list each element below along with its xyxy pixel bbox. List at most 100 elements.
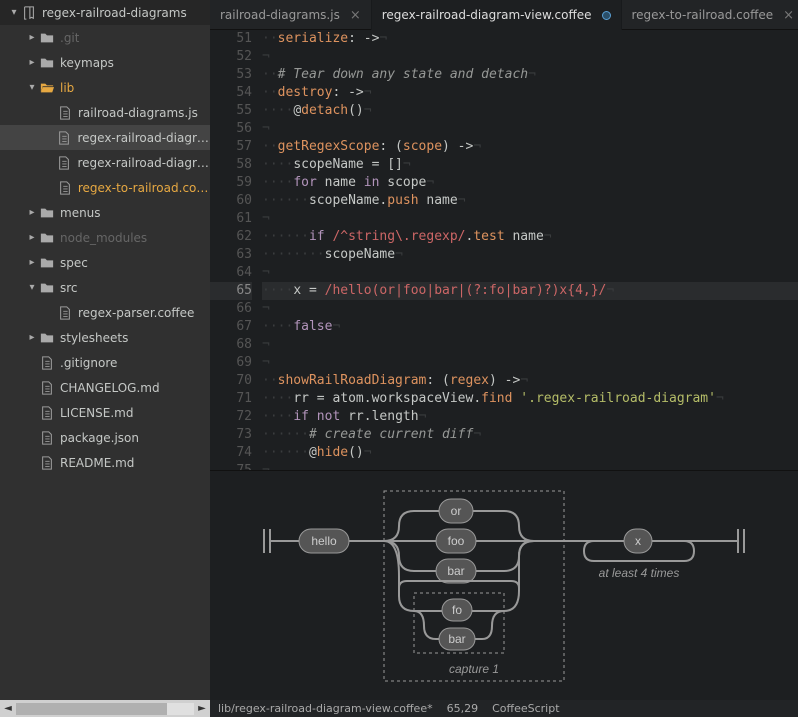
railroad-diagram-panel: hello or foo bar fo xyxy=(210,470,798,700)
file-icon xyxy=(57,156,71,170)
line-number: 53 xyxy=(210,66,252,84)
code-line[interactable]: ······@hide()¬ xyxy=(262,444,798,462)
code-line[interactable]: ····scopeName = []¬ xyxy=(262,156,798,174)
close-icon[interactable]: × xyxy=(783,8,794,23)
code-line[interactable]: ¬ xyxy=(262,462,798,470)
tree-item-label: regex-to-railroad.coffe xyxy=(78,181,210,195)
tree-item-readme-md[interactable]: README.md xyxy=(0,450,210,475)
chevron-right-icon xyxy=(26,457,38,468)
folder-icon xyxy=(40,206,54,220)
tree-item-label: regex-railroad-diagram xyxy=(77,131,210,145)
code-line[interactable]: ······scopeName.push name¬ xyxy=(262,192,798,210)
chevron-right-icon xyxy=(44,132,55,143)
folder-icon xyxy=(40,56,54,70)
code-line[interactable]: ¬ xyxy=(262,48,798,66)
code-line[interactable]: ¬ xyxy=(262,300,798,318)
tree-item-railroad-diagrams-js[interactable]: railroad-diagrams.js xyxy=(0,100,210,125)
code-line[interactable]: ¬ xyxy=(262,264,798,282)
repo-icon xyxy=(22,6,36,20)
tree-item-regex-railroad-diagram-view-coffee[interactable]: regex-railroad-diagram xyxy=(0,125,210,150)
line-number: 63 xyxy=(210,246,252,264)
line-number: 72 xyxy=(210,408,252,426)
chevron-down-icon: ▾ xyxy=(8,7,20,18)
chevron-right-icon: ▸ xyxy=(26,232,38,243)
line-number: 69 xyxy=(210,354,252,372)
chevron-right-icon: ▸ xyxy=(26,207,38,218)
line-number: 66 xyxy=(210,300,252,318)
line-gutter: 5152535455565758596061626364656667686970… xyxy=(210,30,262,470)
chevron-right-icon: ▸ xyxy=(26,32,38,43)
tree-item-regex-railroad-diagrams[interactable]: ▾ regex-railroad-diagrams xyxy=(0,0,210,25)
file-tree: ▾ regex-railroad-diagrams ▸.git▸keymaps ▾ li… xyxy=(0,0,210,700)
tree-item-spec[interactable]: ▸spec xyxy=(0,250,210,275)
scrollbar-track[interactable] xyxy=(16,703,194,715)
tree-item-regex-parser-coffee[interactable]: regex-parser.coffee xyxy=(0,300,210,325)
code-line[interactable]: ··# Tear down any state and detach¬ xyxy=(262,66,798,84)
scroll-right-button[interactable]: ► xyxy=(194,701,210,717)
scrollbar-thumb[interactable] xyxy=(16,703,167,715)
file-icon xyxy=(40,356,54,370)
tree-item-src[interactable]: ▾src xyxy=(0,275,210,300)
tree-item--gitignore[interactable]: .gitignore xyxy=(0,350,210,375)
line-number: 58 xyxy=(210,156,252,174)
line-number: 65 xyxy=(210,282,252,300)
chevron-right-icon xyxy=(26,432,38,443)
code-line[interactable]: ··getRegexScope: (scope) ->¬ xyxy=(262,138,798,156)
code-line[interactable]: ····if not rr.length¬ xyxy=(262,408,798,426)
tab-regex-to-railroad-coffee[interactable]: regex-to-railroad.coffee × xyxy=(622,0,798,30)
tree-item-changelog-md[interactable]: CHANGELOG.md xyxy=(0,375,210,400)
code-content[interactable]: ··serialize: ->¬¬··# Tear down any state… xyxy=(262,30,798,470)
status-bar: lib/regex-railroad-diagram-view.coffee* … xyxy=(210,700,798,717)
code-line[interactable]: ··showRailRoadDiagram: (regex) ->¬ xyxy=(262,372,798,390)
tree-item-keymaps[interactable]: ▸keymaps xyxy=(0,50,210,75)
tree-item-stylesheets[interactable]: ▸stylesheets xyxy=(0,325,210,350)
code-line[interactable]: ········scopeName¬ xyxy=(262,246,798,264)
file-icon xyxy=(40,406,54,420)
code-line[interactable]: ¬ xyxy=(262,120,798,138)
folder-icon xyxy=(40,81,54,95)
tree-item-package-json[interactable]: package.json xyxy=(0,425,210,450)
tree-item-node-modules[interactable]: ▸node_modules xyxy=(0,225,210,250)
tab-label: railroad-diagrams.js xyxy=(220,8,340,22)
code-line[interactable]: ····@detach()¬ xyxy=(262,102,798,120)
code-line[interactable]: ····x = /hello(or|foo|bar|(?:fo|bar)?)x{… xyxy=(262,282,798,300)
code-line[interactable]: ····false¬ xyxy=(262,318,798,336)
tab-label: regex-to-railroad.coffee xyxy=(632,8,774,22)
chevron-right-icon xyxy=(44,157,55,168)
tree-item-license-md[interactable]: LICENSE.md xyxy=(0,400,210,425)
code-line[interactable]: ··destroy: ->¬ xyxy=(262,84,798,102)
code-line[interactable]: ¬ xyxy=(262,354,798,372)
tree-item-label: README.md xyxy=(60,456,134,470)
code-editor[interactable]: 5152535455565758596061626364656667686970… xyxy=(210,30,798,470)
code-line[interactable]: ····rr = atom.workspaceView.find '.regex… xyxy=(262,390,798,408)
close-icon[interactable]: × xyxy=(350,8,361,23)
tree-horizontal-scrollbar[interactable]: ◄ ► xyxy=(0,700,210,717)
tab-label: regex-railroad-diagram-view.coffee xyxy=(382,8,592,22)
chevron-down-icon: ▾ xyxy=(26,82,38,93)
code-line[interactable]: ¬ xyxy=(262,336,798,354)
line-number: 68 xyxy=(210,336,252,354)
tree-item-regex-to-railroad-coffee[interactable]: regex-to-railroad.coffe xyxy=(0,175,210,200)
tree-item-regex-railroad-diagram-coffee[interactable]: regex-railroad-diagram xyxy=(0,150,210,175)
tab-regex-railroad-diagram-view-coffee[interactable]: regex-railroad-diagram-view.coffee xyxy=(372,0,622,30)
scroll-left-button[interactable]: ◄ xyxy=(0,701,16,717)
tree-item-label: src xyxy=(60,281,78,295)
code-line[interactable]: ······# create current diff¬ xyxy=(262,426,798,444)
tree-item-label: railroad-diagrams.js xyxy=(78,106,198,120)
tree-item-lib[interactable]: ▾ lib xyxy=(0,75,210,100)
modified-indicator-icon xyxy=(602,11,611,20)
code-line[interactable]: ··serialize: ->¬ xyxy=(262,30,798,48)
tree-item-label: regex-railroad-diagrams xyxy=(42,6,187,20)
line-number: 56 xyxy=(210,120,252,138)
code-line[interactable]: ¬ xyxy=(262,210,798,228)
code-line[interactable]: ····for name in scope¬ xyxy=(262,174,798,192)
tab-railroad-diagrams-js[interactable]: railroad-diagrams.js × xyxy=(210,0,372,30)
line-number: 54 xyxy=(210,84,252,102)
file-icon xyxy=(40,431,54,445)
tree-item--git[interactable]: ▸.git xyxy=(0,25,210,50)
tree-item-menus[interactable]: ▸menus xyxy=(0,200,210,225)
tree-item-label: lib xyxy=(60,81,74,95)
folder-icon xyxy=(40,231,54,245)
code-line[interactable]: ······if /^string\.regexp/.test name¬ xyxy=(262,228,798,246)
line-number: 75 xyxy=(210,462,252,470)
